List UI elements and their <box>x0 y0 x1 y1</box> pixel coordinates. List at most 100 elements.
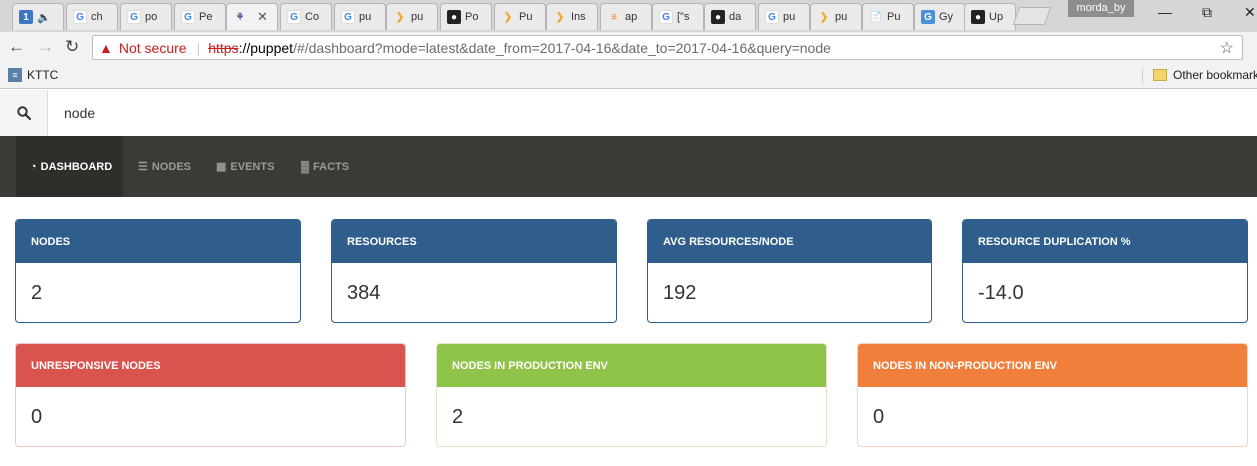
browser-tab[interactable]: ≡ ap <box>600 3 652 30</box>
tab-title: Up <box>989 11 1004 23</box>
panel-value: 384 <box>347 281 381 304</box>
tab-title: ch <box>91 11 103 23</box>
panel-heading: AVG RESOURCES/NODE <box>648 220 931 263</box>
close-tab-icon[interactable]: ✕ <box>257 9 268 25</box>
browser-tab[interactable]: ❯ Ins <box>546 3 598 30</box>
bookmarks-bar: ≡ KTTC Other bookmarks <box>0 63 1257 89</box>
address-bar[interactable]: ▲ Not secure | https ://puppet /#/dashbo… <box>92 35 1243 60</box>
google-icon: G <box>127 10 141 24</box>
search-button[interactable] <box>0 90 48 136</box>
google-icon: G <box>765 10 779 24</box>
puppetboard-icon: ⚘ <box>235 11 245 23</box>
document-icon: 📄 <box>869 11 883 23</box>
browser-tab[interactable]: G Pe <box>174 3 226 30</box>
new-tab-button[interactable] <box>1012 7 1052 25</box>
bookmark-label: Other bookmarks <box>1173 68 1257 82</box>
google-icon: G <box>341 10 355 24</box>
reload-icon[interactable]: ↻ <box>65 37 79 57</box>
forward-arrow-icon[interactable]: → <box>37 37 54 57</box>
browser-tab[interactable]: G Gy <box>914 3 966 30</box>
minimize-icon[interactable]: — <box>1158 4 1172 20</box>
browser-tab[interactable]: ● Po <box>440 3 492 30</box>
tab-title: Pu <box>519 11 533 23</box>
puppet-icon: ❯ <box>503 11 513 23</box>
nav-events[interactable]: ▦ EVENTS <box>202 136 288 197</box>
puppet-icon: ❯ <box>819 11 829 23</box>
tab-title: Gy <box>939 11 954 23</box>
tab-title: pu <box>783 11 796 23</box>
github-icon: ● <box>447 10 461 24</box>
nav-label: EVENTS <box>230 160 275 173</box>
browser-tab[interactable]: Gpu <box>334 3 386 30</box>
browser-tab-active[interactable]: ⚘ ✕ <box>226 3 278 30</box>
bookmark-star-icon[interactable]: ☆ <box>1220 38 1234 58</box>
browser-tab[interactable]: Gch <box>66 3 118 30</box>
panel-heading: NODES IN PRODUCTION ENV <box>437 344 826 387</box>
nav-label: DASHBOARD <box>40 160 113 173</box>
puppet-icon: ❯ <box>555 11 565 23</box>
profile-badge[interactable]: morda_by <box>1068 0 1134 17</box>
browser-tab[interactable]: ● Up <box>964 3 1016 30</box>
other-bookmarks[interactable]: Other bookmarks <box>1153 68 1257 82</box>
bookmark-kttc[interactable]: ≡ KTTC <box>8 68 58 82</box>
speaker-icon[interactable]: 🔈 <box>37 11 51 24</box>
tab-title: Po <box>465 11 479 23</box>
query-bar <box>0 90 1257 136</box>
search-input[interactable] <box>48 90 1257 136</box>
stat-panel-nodes: NODES 2 <box>15 219 301 323</box>
browser-tab[interactable]: Gpo <box>120 3 172 30</box>
stat-panel-non-production: NODES IN NON-PRODUCTION ENV 0 <box>857 343 1248 447</box>
url-scheme: https <box>208 39 239 56</box>
tab-title: ap <box>625 11 638 23</box>
panel-value: 0 <box>873 405 885 428</box>
dashboard-icon: ◔ <box>30 160 37 173</box>
list-icon: ☰ <box>138 161 148 173</box>
browser-tab[interactable]: 📄 Pu <box>862 3 914 30</box>
panel-value: 192 <box>663 281 697 304</box>
browser-tab[interactable]: ❯ Pu <box>494 3 546 30</box>
tab-title: pu <box>835 11 848 23</box>
tab-title: ["s <box>677 11 690 23</box>
bookmark-label: KTTC <box>27 68 59 82</box>
panel-heading: RESOURCE DUPLICATION % <box>963 220 1247 263</box>
google-icon: G <box>659 10 673 24</box>
bookmarks-divider <box>1142 69 1143 83</box>
restore-icon[interactable]: ⧉ <box>1202 4 1212 21</box>
tab-title: Pu <box>887 11 901 23</box>
stat-panel-avg-resources: AVG RESOURCES/NODE 192 <box>647 219 932 323</box>
panel-value: 2 <box>31 281 43 304</box>
tab-title: pu <box>411 11 424 23</box>
search-icon <box>16 106 31 120</box>
panel-heading: RESOURCES <box>332 220 616 263</box>
stackoverflow-icon: ≡ <box>611 11 617 23</box>
browser-tab[interactable]: G Co <box>280 3 332 30</box>
github-icon: ● <box>971 10 985 24</box>
panel-heading: NODES IN NON-PRODUCTION ENV <box>858 344 1247 387</box>
stat-panel-unresponsive: UNRESPONSIVE NODES 0 <box>15 343 406 447</box>
tab-title: da <box>729 11 742 23</box>
browser-tab[interactable]: ● da <box>704 3 756 30</box>
kttc-icon: ≡ <box>8 68 22 82</box>
nav-nodes[interactable]: ☰ NODES <box>124 136 205 197</box>
browser-tab[interactable]: Gpu <box>758 3 810 30</box>
nav-dashboard[interactable]: ◔ DASHBOARD <box>16 136 123 197</box>
google-icon: G <box>287 10 301 24</box>
stat-panel-resource-duplication: RESOURCE DUPLICATION % -14.0 <box>962 219 1248 323</box>
back-arrow-icon[interactable]: ← <box>8 37 25 57</box>
nav-label: FACTS <box>313 160 350 173</box>
browser-tab[interactable]: ❯ pu <box>810 3 862 30</box>
nav-label: NODES <box>151 160 191 173</box>
gy-icon: G <box>921 10 935 24</box>
tab-title: po <box>145 11 158 23</box>
panel-heading: NODES <box>16 220 300 263</box>
stat-panel-production: NODES IN PRODUCTION ENV 2 <box>436 343 827 447</box>
google-icon: G <box>181 10 195 24</box>
browser-tab[interactable]: ❯ pu <box>386 3 438 30</box>
nav-facts[interactable]: ▓ FACTS <box>287 136 363 197</box>
browser-tab[interactable]: G ["s <box>652 3 704 30</box>
github-icon: ● <box>711 10 725 24</box>
main-navbar: ◔ DASHBOARD ☰ NODES ▦ EVENTS ▓ FACTS <box>0 136 1257 197</box>
close-window-icon[interactable]: ✕ <box>1244 4 1256 21</box>
url-host: ://puppet <box>238 39 294 56</box>
browser-tab[interactable]: 1 🔈 <box>12 3 64 30</box>
